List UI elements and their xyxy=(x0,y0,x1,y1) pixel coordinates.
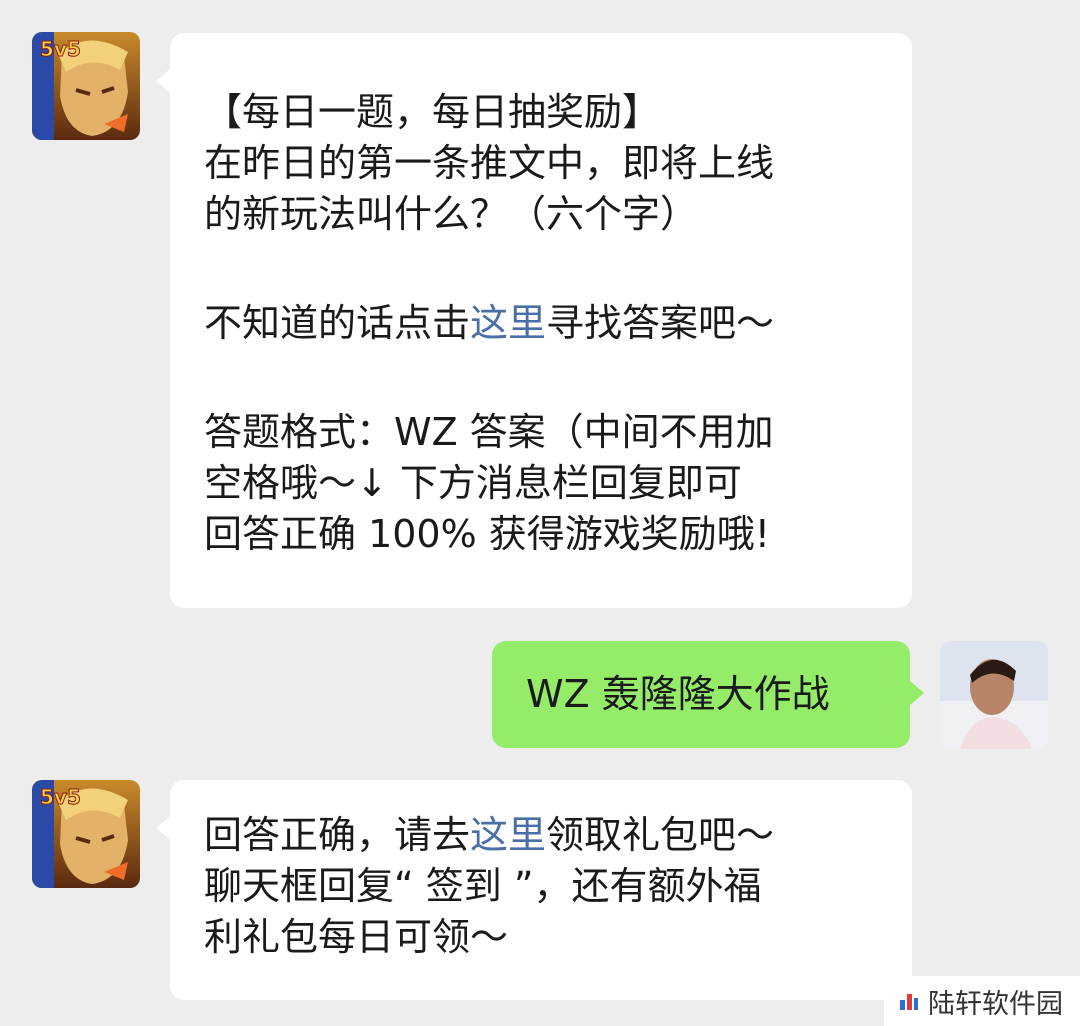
message-line: 【每日一题，每日抽奖励】 xyxy=(204,90,661,134)
message-text: 寻找答案吧～ xyxy=(546,301,775,345)
game-account-avatar[interactable]: 5v5 xyxy=(32,32,140,140)
message-line: 空格哦～↓ 下方消息栏回复即可 xyxy=(204,461,742,505)
bubble-tail xyxy=(156,816,170,840)
avatar-badge: 5v5 xyxy=(40,785,81,809)
user-avatar[interactable] xyxy=(940,641,1048,749)
bar-chart-logo-icon xyxy=(900,994,918,1010)
message-line: 回答正确，请去这里领取礼包吧～ xyxy=(204,810,912,861)
watermark-text: 陆轩软件园 xyxy=(928,988,1063,1020)
message-text: 领取礼包吧～ xyxy=(546,813,775,857)
message-bubble-reply[interactable]: 回答正确，请去这里领取礼包吧～ 聊天框回复“ 签到 ”，还有额外福 利礼包每日可… xyxy=(156,780,912,1000)
message-bubble-question[interactable]: 【每日一题，每日抽奖励】 在昨日的第一条推文中，即将上线 的新玩法叫什么？（六个… xyxy=(156,33,912,608)
message-text: 不知道的话点击 xyxy=(204,301,471,345)
watermark: 陆轩软件园 xyxy=(884,976,1080,1026)
message-line: 回答正确 100% 获得游戏奖励哦! xyxy=(204,512,771,556)
message-line: 利礼包每日可领～ xyxy=(204,915,509,959)
message-line: 聊天框回复“ 签到 ”，还有额外福 xyxy=(204,864,762,908)
message-bubble-answer[interactable]: WZ 轰隆隆大作战 xyxy=(492,641,924,748)
hero-portrait-icon: 5v5 xyxy=(32,780,140,888)
message-text: 回答正确，请去 xyxy=(204,813,471,857)
message-line: 的新玩法叫什么？（六个字） xyxy=(204,192,699,236)
message-line: 答题格式：WZ 答案（中间不用加 xyxy=(204,410,774,454)
avatar-badge: 5v5 xyxy=(40,37,81,61)
game-account-avatar[interactable]: 5v5 xyxy=(32,780,140,888)
user-portrait-icon xyxy=(940,641,1048,749)
bubble-tail xyxy=(910,681,924,705)
bubble-tail xyxy=(156,69,170,93)
answer-link[interactable]: 这里 xyxy=(470,301,546,345)
message-line: 在昨日的第一条推文中，即将上线 xyxy=(204,141,775,185)
message-line: 不知道的话点击这里寻找答案吧～ xyxy=(204,298,912,349)
hero-portrait-icon: 5v5 xyxy=(32,32,140,140)
gift-link[interactable]: 这里 xyxy=(470,813,546,857)
message-line: WZ 轰隆隆大作战 xyxy=(526,672,830,716)
